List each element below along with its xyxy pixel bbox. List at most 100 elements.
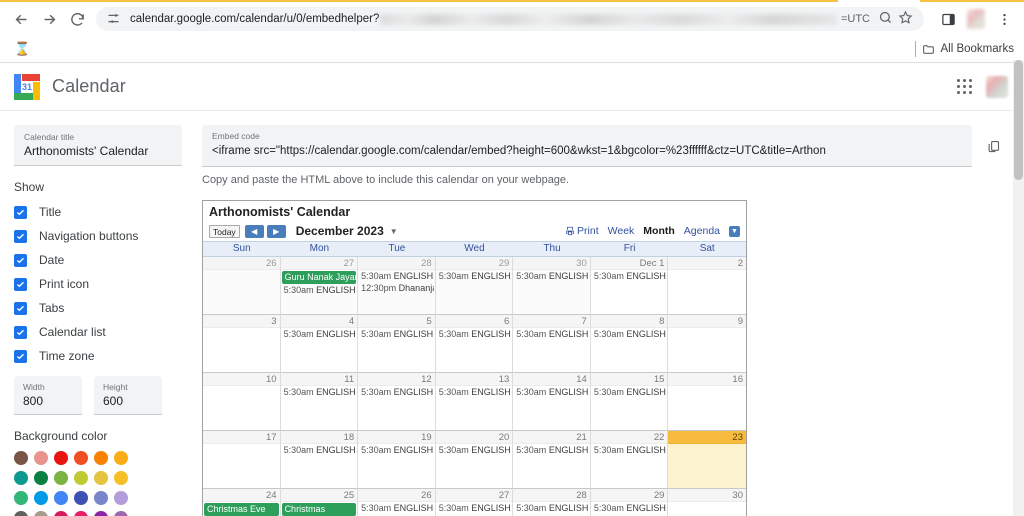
calendar-event[interactable]: 5:30am ENGLISH CLA — [359, 445, 434, 456]
color-swatch[interactable] — [54, 491, 68, 505]
color-swatch[interactable] — [14, 471, 28, 485]
calendar-event[interactable]: 5:30am ENGLISH CLA — [592, 329, 667, 340]
profile-avatar[interactable] — [964, 7, 988, 31]
show-option-time-zone[interactable]: Time zone — [14, 346, 182, 366]
color-swatch[interactable] — [94, 471, 108, 485]
prev-arrow-icon[interactable]: ◀ — [244, 224, 264, 238]
calendar-day-cell[interactable]: 115:30am ENGLISH CLA — [280, 373, 359, 431]
color-swatch[interactable] — [34, 471, 48, 485]
width-field[interactable]: Width 800 — [14, 376, 82, 415]
color-swatch[interactable] — [114, 491, 128, 505]
all-bookmarks-area[interactable]: All Bookmarks — [914, 41, 1014, 57]
calendar-day-cell[interactable]: 185:30am ENGLISH CLA — [280, 431, 359, 489]
calendar-event[interactable]: 5:30am ENGLISH CLA — [437, 387, 512, 398]
calendar-day-cell[interactable]: 17 — [203, 431, 281, 489]
color-swatch[interactable] — [34, 491, 48, 505]
tab-agenda[interactable]: Agenda — [684, 225, 720, 237]
three-dot-menu-icon[interactable] — [992, 7, 1016, 31]
color-swatch[interactable] — [34, 451, 48, 465]
side-panel-icon[interactable] — [936, 7, 960, 31]
search-icon[interactable] — [878, 10, 896, 28]
calendar-day-cell[interactable]: 295:30am ENGLISH CLA — [590, 489, 669, 516]
calendar-day-cell[interactable]: 25Christmas5:30am ENGLISH CLA — [280, 489, 359, 516]
tab-week[interactable]: Week — [608, 225, 635, 237]
calendar-day-cell[interactable]: 85:30am ENGLISH CLA — [590, 315, 669, 373]
calendar-event[interactable]: Guru Nanak Jayanti — [281, 271, 357, 284]
color-swatch[interactable] — [54, 451, 68, 465]
calendar-day-cell[interactable]: 26 — [203, 257, 281, 315]
color-swatch[interactable] — [54, 511, 68, 516]
calendar-day-cell[interactable]: 215:30am ENGLISH CLA — [513, 431, 591, 489]
calendar-day-cell[interactable]: 23 — [668, 431, 746, 489]
calendar-event[interactable]: 5:30am ENGLISH CLA — [359, 387, 434, 398]
calendar-event[interactable]: Christmas — [281, 503, 357, 516]
calendar-event[interactable]: 5:30am ENGLISH CLA — [282, 285, 357, 296]
calendar-event[interactable]: 5:30am ENGLISH CLA — [359, 271, 434, 282]
embed-code-field[interactable]: Embed code <iframe src="https://calendar… — [202, 125, 972, 167]
height-field[interactable]: Height 600 — [94, 376, 162, 415]
color-swatch[interactable] — [114, 471, 128, 485]
calendar-day-cell[interactable]: 3 — [203, 315, 281, 373]
calendar-day-cell[interactable]: 16 — [668, 373, 746, 431]
calendar-event[interactable]: 5:30am ENGLISH CLA — [359, 503, 434, 514]
calendar-event[interactable]: 5:30am ENGLISH CLA — [282, 329, 357, 340]
calendar-event[interactable]: 5:30am ENGLISH CLA — [437, 445, 512, 456]
calendar-day-cell[interactable]: 205:30am ENGLISH CLA — [435, 431, 514, 489]
calendar-event[interactable]: 5:30am ENGLISH CLA — [437, 271, 512, 282]
tab-chevron-down-icon[interactable]: ▼ — [729, 225, 740, 237]
calendar-day-cell[interactable]: 265:30am ENGLISH CLA — [358, 489, 436, 516]
calendar-event[interactable]: Christmas Eve — [204, 503, 279, 516]
show-option-tabs[interactable]: Tabs — [14, 298, 182, 318]
apps-grid-icon[interactable] — [957, 79, 972, 94]
calendar-day-cell[interactable]: 10 — [203, 373, 281, 431]
calendar-event[interactable]: 5:30am ENGLISH CLA — [514, 271, 589, 282]
calendar-day-cell[interactable]: 27 Guru Nanak Jayanti 5:30am ENGLISH CLA — [280, 257, 359, 315]
account-avatar[interactable] — [986, 75, 1008, 98]
calendar-event[interactable]: 5:30am ENGLISH CLA — [592, 387, 667, 398]
address-bar[interactable]: calendar.google.com/calendar/u/0/embedhe… — [96, 7, 924, 31]
color-swatch[interactable] — [74, 511, 88, 516]
today-button[interactable]: Today — [209, 224, 240, 238]
calendar-day-cell[interactable]: 2 — [668, 257, 746, 315]
page-scrollbar[interactable]: ▲ — [1013, 60, 1024, 516]
calendar-day-cell[interactable]: 9 — [668, 315, 746, 373]
calendar-day-cell[interactable]: 125:30am ENGLISH CLA — [358, 373, 436, 431]
color-swatch[interactable] — [74, 451, 88, 465]
scrollbar-thumb[interactable] — [1014, 60, 1023, 180]
calendar-event[interactable]: 5:30am ENGLISH CLA — [437, 329, 512, 340]
color-swatch[interactable] — [94, 491, 108, 505]
show-option-print-icon[interactable]: Print icon — [14, 274, 182, 294]
calendar-day-cell[interactable]: 24Christmas Eve5:30pm Assignment — [203, 489, 281, 516]
calendar-event[interactable]: 5:30am ENGLISH CLA — [514, 445, 589, 456]
color-swatch[interactable] — [114, 511, 128, 516]
site-settings-icon[interactable] — [106, 11, 122, 27]
calendar-event[interactable]: 5:30am ENGLISH CLA — [359, 329, 434, 340]
color-swatch[interactable] — [94, 511, 108, 516]
calendar-event[interactable]: 5:30am ENGLISH CLA — [514, 387, 589, 398]
color-swatch[interactable] — [14, 451, 28, 465]
bookmark-favicon[interactable]: ⌛ — [14, 41, 30, 57]
calendar-event[interactable]: 5:30am ENGLISH CLA — [592, 445, 667, 456]
calendar-event[interactable]: 5:30am ENGLISH CLA — [437, 503, 512, 514]
calendar-event[interactable]: 5:30am ENGLISH CLA — [282, 445, 357, 456]
color-swatch[interactable] — [14, 511, 28, 516]
bookmark-star-icon[interactable] — [898, 10, 916, 28]
calendar-day-cell[interactable]: 195:30am ENGLISH CLA — [358, 431, 436, 489]
calendar-day-cell[interactable]: 30 — [668, 489, 746, 516]
copy-icon[interactable] — [982, 133, 1004, 159]
color-swatch[interactable] — [74, 491, 88, 505]
calendar-event[interactable]: 5:30am ENGLISH CLA — [592, 271, 667, 282]
calendar-day-cell[interactable]: 225:30am ENGLISH CLA — [590, 431, 669, 489]
color-swatch[interactable] — [74, 471, 88, 485]
color-swatch[interactable] — [14, 491, 28, 505]
show-option-date[interactable]: Date — [14, 250, 182, 270]
tab-month[interactable]: Month — [643, 225, 675, 237]
calendar-day-cell[interactable]: Dec 15:30am ENGLISH CLA — [590, 257, 669, 315]
print-button[interactable]: Print — [565, 225, 599, 237]
calendar-day-cell[interactable]: 65:30am ENGLISH CLA — [435, 315, 514, 373]
calendar-day-cell[interactable]: 155:30am ENGLISH CLA — [590, 373, 669, 431]
calendar-title-field[interactable]: Calendar title Arthonomists' Calendar — [14, 125, 182, 166]
color-swatch[interactable] — [114, 451, 128, 465]
calendar-day-cell[interactable]: 285:30am ENGLISH CLA12:30pm Dhananjay — [358, 257, 436, 315]
forward-button[interactable] — [36, 6, 62, 32]
